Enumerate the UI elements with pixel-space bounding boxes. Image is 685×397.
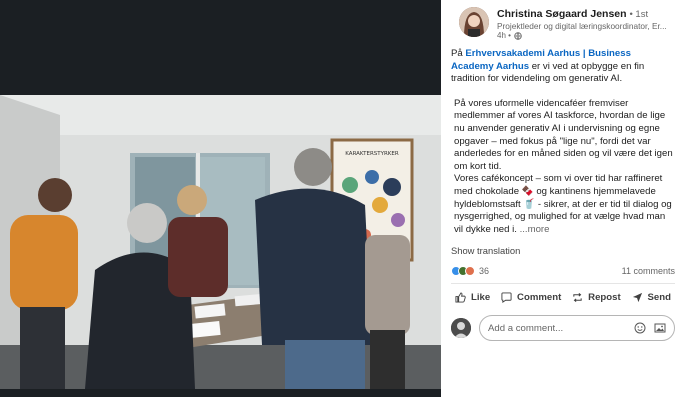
p1-prefix: På: [451, 48, 466, 59]
post-time-row: 4h •: [497, 31, 522, 40]
author-name-row[interactable]: Christina Søgaard Jensen • 1st: [497, 8, 648, 20]
see-more-link[interactable]: ...more: [517, 224, 550, 235]
send-icon: [632, 293, 642, 303]
comments-count[interactable]: 11 comments: [622, 266, 675, 276]
post-paragraph-3: Vores cafékoncept – som vi over tid har …: [451, 173, 675, 236]
comment-tools: [634, 322, 666, 334]
media-area: KARAKTERSTYRKER: [0, 0, 441, 397]
thumbs-up-icon: [455, 292, 466, 303]
show-translation-link[interactable]: Show translation: [451, 245, 675, 256]
post-panel: Christina Søgaard Jensen • 1st Projektle…: [441, 0, 685, 397]
repost-button[interactable]: Repost: [572, 292, 621, 303]
action-bar: Like Comment Repost Send: [451, 284, 675, 303]
author-avatar[interactable]: [459, 7, 489, 37]
author-name[interactable]: Christina Søgaard Jensen: [497, 8, 627, 20]
like-label: Like: [471, 292, 491, 304]
avatar-image: [459, 7, 489, 37]
globe-icon: [514, 31, 522, 40]
reactions-count: 36: [479, 266, 490, 277]
like-button[interactable]: Like: [455, 292, 490, 303]
social-counts: 36 11 comments: [451, 266, 675, 277]
p3-text: Vores cafékoncept – som vi over tid har …: [454, 173, 672, 235]
post-header: Christina Søgaard Jensen • 1st Projektle…: [451, 0, 675, 40]
comment-input[interactable]: Add a comment...: [479, 315, 675, 342]
love-reaction-icon: [465, 266, 475, 277]
emoji-icon[interactable]: [634, 322, 646, 334]
comment-button[interactable]: Comment: [501, 292, 561, 303]
poster-title: KARAKTERSTYRKER: [345, 151, 399, 157]
reactions-summary[interactable]: 36: [451, 266, 490, 277]
author-headline: Projektleder og digital læringskoordinat…: [497, 21, 667, 31]
photo-illustration: KARAKTERSTYRKER: [0, 95, 441, 389]
linkedin-post-viewer: KARAKTERSTYRKER Christina Søgaard Jensen…: [0, 0, 685, 397]
viewer-avatar[interactable]: [451, 318, 471, 339]
post-time: 4h •: [497, 31, 511, 40]
post-paragraph-2: På vores uformelle videncaféer fremviser…: [454, 97, 673, 172]
post-body: På Erhvervsakademi Aarhus | Business Aca…: [451, 48, 675, 236]
comment-composer: Add a comment...: [451, 315, 675, 342]
comment-icon: [501, 292, 512, 304]
connection-degree: • 1st: [629, 9, 649, 20]
post-photo[interactable]: KARAKTERSTYRKER: [0, 95, 441, 389]
comment-placeholder: Add a comment...: [488, 322, 564, 334]
comment-label: Comment: [517, 292, 562, 304]
send-label: Send: [647, 292, 671, 304]
repost-label: Repost: [588, 292, 621, 304]
send-button[interactable]: Send: [632, 292, 671, 303]
repost-icon: [573, 293, 582, 303]
image-icon[interactable]: [654, 322, 666, 334]
post-paragraph-1: På Erhvervsakademi Aarhus | Business Aca…: [451, 48, 675, 86]
viewer-avatar-image: [451, 318, 471, 339]
